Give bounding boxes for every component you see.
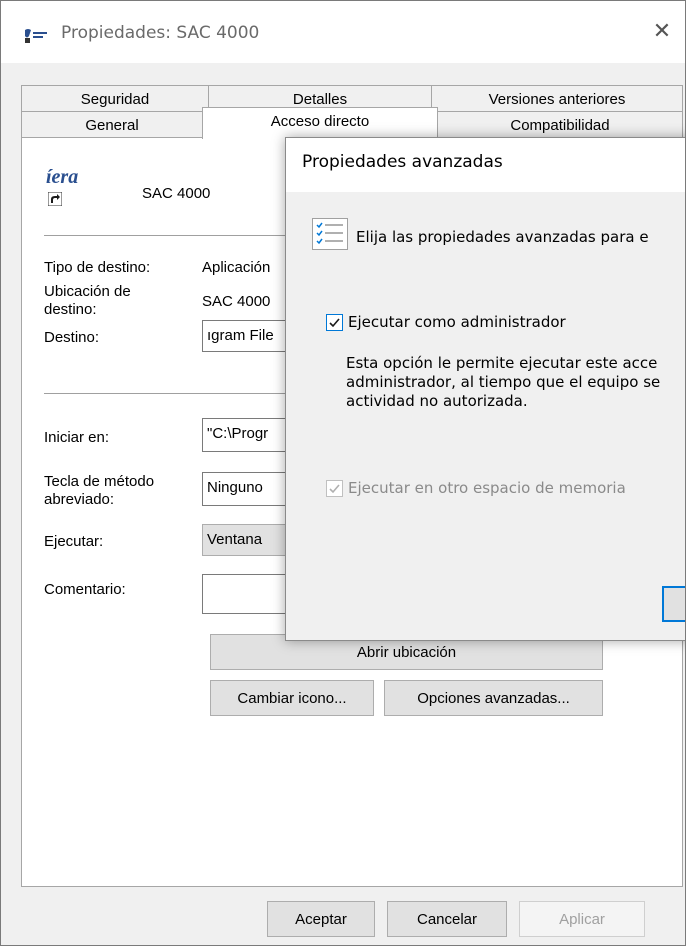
close-icon: ✕ bbox=[652, 18, 672, 44]
checkmark-icon bbox=[329, 484, 340, 494]
label-ejecutar: Ejecutar: bbox=[44, 533, 104, 550]
value-ubicacion-destino: SAC 4000 bbox=[202, 293, 271, 310]
dialog-description-line-3: actividad no autorizada. bbox=[346, 392, 528, 410]
dialog-intro: Elija las propiedades avanzadas para e bbox=[356, 228, 649, 246]
window-title: Propiedades: SAC 4000 bbox=[61, 23, 260, 43]
tab-compatibilidad[interactable]: Compatibilidad bbox=[437, 111, 683, 139]
label-destino: Destino: bbox=[44, 329, 100, 346]
tab-versiones-anteriores[interactable]: Versiones anteriores bbox=[431, 85, 683, 113]
opciones-avanzadas-button[interactable]: Opciones avanzadas... bbox=[384, 680, 603, 716]
run-as-admin-label[interactable]: Ejecutar como administrador bbox=[348, 313, 566, 332]
dialog-description-line-1: Esta opción le permite ejecutar este acc… bbox=[346, 354, 658, 372]
dialog-ok-button[interactable] bbox=[662, 586, 685, 622]
label-ubicacion-destino-2: destino: bbox=[44, 301, 97, 318]
separate-memory-checkbox[interactable] bbox=[326, 480, 343, 497]
label-iniciar-en: Iniciar en: bbox=[44, 429, 110, 446]
logo-text: íera bbox=[46, 166, 79, 188]
close-button[interactable]: ✕ bbox=[639, 11, 685, 51]
aplicar-button[interactable]: Aplicar bbox=[519, 901, 645, 937]
run-as-admin-checkbox[interactable] bbox=[326, 314, 343, 331]
label-comentario: Comentario: bbox=[44, 581, 126, 598]
dialog-body: Elija las propiedades avanzadas para e E… bbox=[286, 192, 685, 640]
shortcut-name: SAC 4000 bbox=[142, 185, 211, 202]
dialog-title[interactable]: Propiedades avanzadas bbox=[302, 152, 503, 172]
app-logo-icon bbox=[25, 29, 47, 43]
title-bar[interactable]: Propiedades: SAC 4000 ✕ bbox=[1, 1, 685, 63]
properties-list-icon bbox=[312, 218, 348, 250]
shortcut-arrow-icon bbox=[48, 192, 62, 206]
label-tipo-destino: Tipo de destino: bbox=[44, 259, 151, 276]
label-ubicacion-destino-1: Ubicación de bbox=[44, 283, 131, 300]
cambiar-icono-button[interactable]: Cambiar icono... bbox=[210, 680, 374, 716]
value-tipo-destino: Aplicación bbox=[202, 259, 271, 276]
label-tecla-1: Tecla de método bbox=[44, 473, 155, 490]
tab-acceso-directo[interactable]: Acceso directo bbox=[202, 107, 438, 139]
cancelar-button[interactable]: Cancelar bbox=[387, 901, 507, 937]
tab-seguridad[interactable]: Seguridad bbox=[21, 85, 209, 113]
advanced-properties-dialog: Propiedades avanzadas Elija las propieda… bbox=[285, 137, 685, 641]
dialog-description-line-2: administrador, al tiempo que el equipo s… bbox=[346, 373, 661, 391]
checkmark-icon bbox=[329, 318, 340, 328]
aceptar-button[interactable]: Aceptar bbox=[267, 901, 375, 937]
properties-window: Propiedades: SAC 4000 ✕ Seguridad Detall… bbox=[0, 0, 686, 946]
label-tecla-2: abreviado: bbox=[44, 491, 115, 508]
shortcut-logo: íera bbox=[44, 166, 114, 210]
separate-memory-label: Ejecutar en otro espacio de memoria bbox=[348, 479, 626, 497]
tab-general[interactable]: General bbox=[21, 111, 203, 139]
